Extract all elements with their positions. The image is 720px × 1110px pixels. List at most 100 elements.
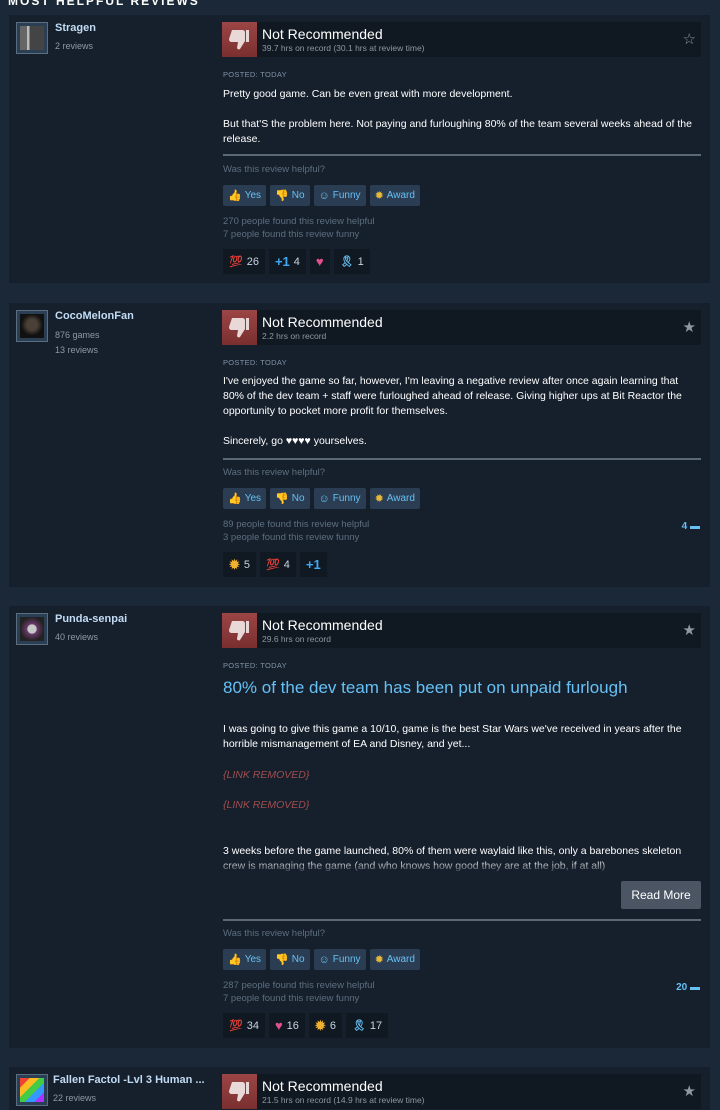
funny-label: Funny	[332, 190, 361, 201]
helpful-question: Was this review helpful?	[223, 467, 326, 478]
no-label: No	[291, 190, 305, 201]
yes-label: Yes	[244, 493, 262, 504]
thumbs-down-icon	[222, 310, 257, 345]
100-icon: 💯	[229, 1020, 243, 1032]
award-item[interactable]: +1	[299, 552, 327, 577]
yes-button[interactable]: 👍 Yes	[223, 185, 267, 206]
heart-hands-icon: ♥	[315, 254, 324, 269]
review-text: Sincerely, go ♥♥♥♥ yourselves.	[223, 435, 367, 447]
plus-one-icon: +1	[274, 254, 290, 269]
avatar[interactable]	[16, 310, 48, 342]
vote-header[interactable]: Not Recommended 21.5 hrs on record (14.9…	[222, 1074, 701, 1109]
found-funny: 7 people found this review funny	[223, 229, 360, 240]
star-icon[interactable]: ★	[683, 318, 696, 336]
no-label: No	[291, 954, 305, 965]
award-list: 💯 26 +1 4 ♥ 🎗 1	[223, 249, 370, 274]
link-removed: {LINK REMOVED}	[223, 769, 310, 781]
yes-button[interactable]: 👍 Yes	[223, 949, 267, 970]
author-review-count[interactable]: 40 reviews	[55, 632, 98, 642]
award-item[interactable]: ✹ 5	[223, 552, 257, 577]
thumbs-down-icon	[222, 613, 257, 648]
vote-header[interactable]: Not Recommended 29.6 hrs on record ★	[222, 613, 701, 648]
no-button[interactable]: 👎 No	[270, 949, 310, 970]
helpful-question: Was this review helpful?	[223, 928, 326, 939]
comment-count-value: 20	[676, 982, 688, 993]
award-icon: ✹	[374, 190, 384, 202]
award-item[interactable]: 🎗 17	[345, 1013, 389, 1038]
award-icon: ✹	[374, 954, 384, 966]
author-game-count[interactable]: 876 games	[55, 330, 100, 340]
author-review-count[interactable]: 13 reviews	[55, 345, 98, 355]
vote-buttons: 👍 Yes 👎 No ☺ Funny ✹ Award	[223, 185, 420, 206]
funny-label: Funny	[332, 493, 361, 504]
award-count: 4	[283, 558, 290, 571]
hours-on-record: 21.5 hrs on record (14.9 hrs at review t…	[262, 1095, 425, 1105]
smiley-icon: ☺	[318, 953, 330, 966]
funny-button[interactable]: ☺ Funny	[313, 488, 366, 509]
recommendation-label: Not Recommended	[262, 314, 383, 330]
award-item[interactable]: ✹ 6	[308, 1013, 342, 1038]
review-card: Stragen 2 reviews Not Recommended 39.7 h…	[9, 15, 710, 283]
star-icon[interactable]: ★	[683, 1082, 696, 1100]
no-button[interactable]: 👎 No	[270, 488, 310, 509]
section-title: MOST HELPFUL REVIEWS	[8, 0, 200, 8]
golden-award-icon: ✹	[314, 1017, 326, 1033]
heart-hands-icon: ♥	[274, 1018, 283, 1033]
author-name[interactable]: CocoMelonFan	[55, 310, 220, 322]
read-more-button[interactable]: Read More	[621, 881, 701, 909]
no-button[interactable]: 👎 No	[270, 185, 310, 206]
funny-button[interactable]: ☺ Funny	[313, 185, 366, 206]
award-count: 17	[369, 1019, 383, 1032]
comment-count[interactable]: 20 ▬	[676, 982, 700, 993]
author-review-count[interactable]: 22 reviews	[53, 1093, 96, 1103]
comment-icon: ▬	[690, 982, 700, 993]
award-item[interactable]: 💯 26	[223, 249, 265, 274]
found-funny: 7 people found this review funny	[223, 993, 360, 1004]
vote-header[interactable]: Not Recommended 2.2 hrs on record ★	[222, 310, 701, 345]
star-icon[interactable]: ☆	[683, 30, 696, 48]
text-fade	[223, 860, 701, 874]
recommendation-label: Not Recommended	[262, 1078, 383, 1094]
author-name[interactable]: Fallen Factol -Lvl 3 Human ...	[53, 1074, 218, 1086]
award-item[interactable]: 💯 34	[223, 1013, 265, 1038]
100-icon: 💯	[266, 559, 280, 571]
found-helpful: 89 people found this review helpful	[223, 519, 370, 530]
golden-award-icon: ✹	[229, 556, 240, 572]
award-icon: ✹	[374, 493, 384, 505]
award-button[interactable]: ✹ Award	[369, 488, 420, 509]
divider	[223, 154, 701, 156]
review-text: I've enjoyed the game so far, however, I…	[223, 375, 682, 417]
author-review-count[interactable]: 2 reviews	[55, 41, 93, 51]
award-button[interactable]: ✹ Award	[369, 185, 420, 206]
award-count: 6	[329, 1019, 336, 1032]
award-item[interactable]: ♥	[309, 249, 330, 274]
award-item[interactable]: 💯 4	[260, 552, 296, 577]
posted-date: POSTED: TODAY	[223, 661, 287, 670]
award-item[interactable]: +1 4	[268, 249, 306, 274]
avatar[interactable]	[16, 613, 48, 645]
comment-count[interactable]: 4 ▬	[682, 521, 700, 532]
avatar[interactable]	[16, 22, 48, 54]
award-list: ✹ 5 💯 4 +1	[223, 552, 327, 577]
thumbs-up-icon: 👍	[228, 954, 242, 966]
thumbs-down-icon: 👎	[275, 493, 289, 505]
review-card: Punda-senpai 40 reviews Not Recommended …	[9, 606, 710, 1048]
thumbs-down-icon: 👎	[275, 190, 289, 202]
vote-header[interactable]: Not Recommended 39.7 hrs on record (30.1…	[222, 22, 701, 57]
author-name[interactable]: Punda-senpai	[55, 613, 220, 625]
award-list: 💯 34 ♥ 16 ✹ 6 🎗 17	[223, 1013, 389, 1038]
ribbon-icon: 🎗	[351, 1020, 366, 1032]
author-name[interactable]: Stragen	[55, 22, 220, 34]
plus-one-icon: +1	[305, 557, 321, 572]
award-item[interactable]: 🎗 1	[333, 249, 370, 274]
avatar[interactable]	[16, 1074, 48, 1106]
award-label: Award	[386, 493, 415, 504]
award-button[interactable]: ✹ Award	[369, 949, 420, 970]
star-icon[interactable]: ★	[683, 621, 696, 639]
award-count: 16	[286, 1019, 299, 1032]
review-text: But that'S the problem here. Not paying …	[223, 118, 692, 145]
recommendation-label: Not Recommended	[262, 617, 383, 633]
award-item[interactable]: ♥ 16	[268, 1013, 305, 1038]
funny-button[interactable]: ☺ Funny	[313, 949, 366, 970]
yes-button[interactable]: 👍 Yes	[223, 488, 267, 509]
